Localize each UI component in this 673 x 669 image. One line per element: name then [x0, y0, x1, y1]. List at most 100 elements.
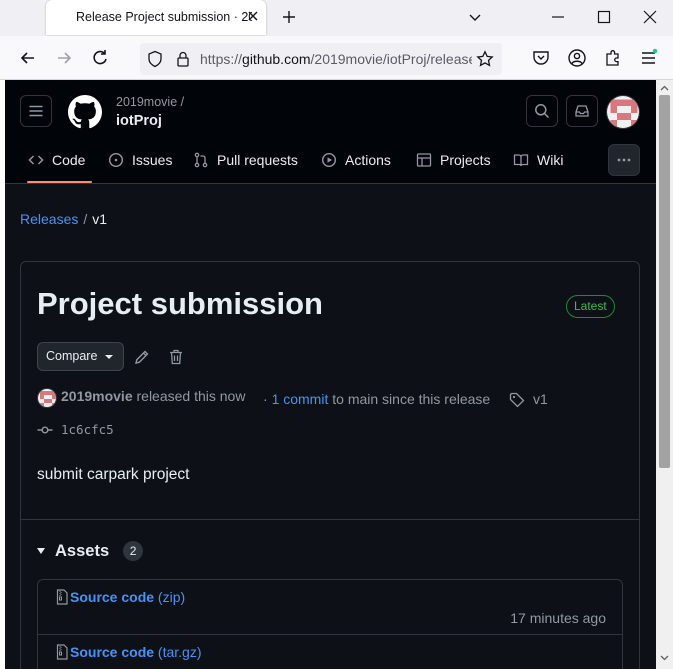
repo-header: 2019movie / iotProj Code Issues Pull req…	[5, 80, 656, 184]
releases-link[interactable]: Releases	[20, 211, 78, 227]
chevron-down-icon	[105, 355, 113, 359]
tab-issues[interactable]: Issues	[108, 152, 172, 168]
latest-badge: Latest	[566, 295, 615, 318]
book-icon	[513, 154, 529, 167]
browser-tab[interactable]: Release Project submission · 2019movie/i…	[46, 0, 266, 35]
author-link[interactable]: 2019movie	[61, 388, 133, 404]
user-avatar[interactable]	[606, 95, 640, 129]
kebab-horizontal-icon	[617, 158, 631, 162]
compare-button[interactable]: Compare	[37, 342, 124, 371]
reload-icon[interactable]	[90, 48, 110, 68]
browser-tab-strip: Release Project submission · 2019movie/i…	[0, 0, 673, 36]
code-icon	[28, 155, 44, 165]
release-title: Project submission	[37, 286, 323, 321]
tab-close-icon[interactable]	[245, 8, 261, 24]
file-zip-icon	[56, 644, 68, 660]
forward-arrow-icon[interactable]	[54, 48, 74, 68]
tab-actions-label: Actions	[345, 152, 391, 168]
window-close-icon[interactable]	[635, 4, 665, 30]
compare-label: Compare	[46, 349, 98, 363]
back-arrow-icon[interactable]	[18, 48, 38, 68]
tab-wiki[interactable]: Wiki	[513, 152, 563, 168]
asset-suffix: (zip)	[157, 589, 186, 605]
asset-link[interactable]: Source code (tar.gz)	[70, 644, 202, 660]
breadcrumb: Releases / v1	[20, 211, 107, 227]
extensions-puzzle-icon[interactable]	[603, 48, 623, 68]
pencil-icon[interactable]	[133, 348, 151, 366]
shield-icon[interactable]	[146, 50, 166, 70]
asset-suffix: (tar.gz)	[157, 644, 202, 660]
url-text[interactable]: https://github.com/2019movie/iotProj/rel…	[200, 51, 472, 67]
tab-pull-requests[interactable]: Pull requests	[193, 152, 298, 168]
breadcrumb-separator: /	[83, 211, 88, 227]
scroll-down-icon[interactable]	[660, 653, 669, 662]
commit-count-link[interactable]: 1 commit	[272, 391, 329, 407]
asset-time: 17 minutes ago	[510, 610, 606, 626]
author-avatar[interactable]	[37, 388, 57, 408]
trash-icon[interactable]	[167, 348, 185, 366]
url-scheme: https://	[200, 51, 243, 67]
asset-name: Source code	[70, 589, 155, 605]
assets-heading: Assets	[55, 541, 110, 560]
maximize-icon[interactable]	[589, 4, 619, 30]
tab-issues-label: Issues	[132, 152, 173, 168]
page-scrollbar[interactable]	[656, 80, 673, 669]
file-zip-icon	[56, 589, 68, 605]
pull-request-icon	[194, 152, 208, 168]
github-release-page: 2019movie / iotProj Code Issues Pull req…	[5, 80, 656, 669]
section-divider	[21, 519, 639, 520]
tab-actions[interactable]: Actions	[321, 152, 391, 168]
active-tab-underline	[27, 181, 92, 183]
dot-separator: ·	[263, 391, 268, 407]
issue-icon	[108, 152, 124, 168]
hamburger-menu-button[interactable]	[20, 95, 52, 127]
inbox-button[interactable]	[566, 95, 598, 127]
tab-code[interactable]: Code	[28, 152, 85, 168]
search-icon	[535, 104, 550, 119]
tab-pull-requests-label: Pull requests	[217, 152, 298, 168]
repo-name[interactable]: iotProj	[116, 113, 162, 129]
tab-list-chevron-icon[interactable]	[460, 4, 490, 30]
more-tabs-button[interactable]	[608, 144, 640, 176]
release-card: Project submission Latest Compare 2019mo…	[20, 261, 640, 669]
minimize-icon[interactable]	[543, 4, 573, 30]
tag-icon	[509, 392, 525, 408]
app-menu-icon[interactable]	[639, 48, 659, 68]
search-button[interactable]	[526, 95, 558, 127]
asset-list: Source code (zip) 17 minutes ago Source …	[37, 579, 623, 669]
inbox-icon	[575, 105, 589, 117]
repo-owner[interactable]: 2019movie /	[116, 95, 184, 109]
github-logo-icon[interactable]	[68, 95, 102, 129]
released-text: released this now	[136, 388, 246, 404]
hamburger-icon	[29, 105, 43, 117]
commit-sha[interactable]: 1c6cfc5	[61, 422, 114, 437]
asset-link[interactable]: Source code (zip)	[70, 589, 185, 605]
pocket-icon[interactable]	[531, 48, 551, 68]
release-byline: 2019movie released this now	[61, 388, 245, 404]
account-icon[interactable]	[567, 48, 587, 68]
tab-wiki-label: Wiki	[537, 152, 564, 168]
scrollbar-thumb[interactable]	[659, 95, 670, 468]
play-icon	[321, 152, 337, 168]
address-bar[interactable]: https://github.com/2019movie/iotProj/rel…	[140, 43, 502, 75]
bookmark-star-icon[interactable]	[476, 50, 496, 70]
commits-since: · 1 commit to main since this release	[263, 391, 490, 407]
table-icon	[416, 153, 432, 167]
scroll-up-icon[interactable]	[660, 84, 669, 93]
new-tab-icon[interactable]	[280, 6, 298, 28]
tab-title: Release Project submission · 2019movie/i…	[76, 10, 252, 24]
assets-count-badge: 2	[123, 541, 144, 561]
asset-name: Source code	[70, 644, 155, 660]
browser-toolbar: https://github.com/2019movie/iotProj/rel…	[0, 36, 673, 80]
tab-projects[interactable]: Projects	[416, 152, 491, 168]
list-item: Source code (tar.gz)	[38, 634, 622, 669]
assets-toggle[interactable]: Assets 2	[37, 541, 144, 561]
tag-link[interactable]: v1	[533, 391, 548, 407]
commit-suffix: to main since this release	[332, 391, 491, 407]
url-path: /2019movie/iotProj/releases/tag/v1	[310, 51, 472, 67]
release-description: submit carpark project	[37, 466, 190, 483]
url-host: github.com	[242, 51, 311, 67]
git-commit-icon	[37, 422, 53, 438]
breadcrumb-current: v1	[92, 211, 108, 227]
lock-icon[interactable]	[174, 50, 194, 70]
